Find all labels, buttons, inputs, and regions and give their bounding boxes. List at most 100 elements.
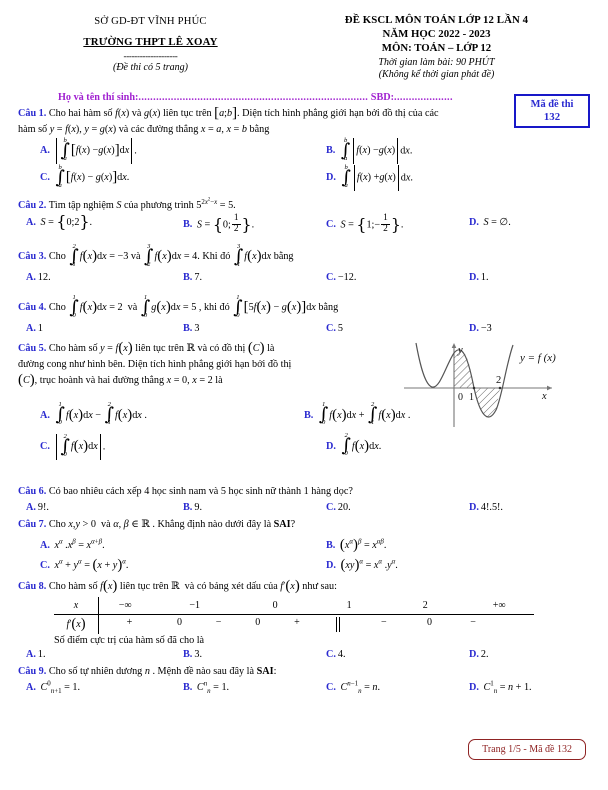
question-7-options-2: C. xα + yα = (x + y)α. D. (xy)α = xα .yα… (18, 558, 590, 574)
question-1-option-b[interactable]: B. b ∫ a f(x) − g(x) dx. (304, 137, 590, 164)
question-6-option-a[interactable]: A. 9!. (18, 500, 161, 516)
option-letter: D. (326, 560, 336, 572)
exam-duration: Thời gian làm bài: 90 PHÚT (378, 57, 495, 68)
question-2-option-c[interactable]: C. S = {1;− 1 2}. (304, 213, 447, 236)
question-6-option-c[interactable]: C. 20. (304, 500, 447, 516)
question-9-option-d[interactable]: D. C1n = n + 1. (447, 680, 590, 696)
shaded-region-left (454, 349, 474, 389)
exam-duration-note: (Không kể thời gian phát đề) (378, 69, 495, 80)
question-5-text-line2: đường cong như hình bên. Diện tích hình … (18, 358, 292, 370)
question-4-option-b[interactable]: B. 3 (161, 321, 304, 337)
question-1-option-a[interactable]: A. b ∫ a[f(x) − g(x)] d x. (18, 136, 304, 164)
question-7-option-d[interactable]: D. (xy)α = xα .yα. (304, 558, 590, 574)
sign-table: x −∞ −1 0 1 2 +∞ f ′(x) + 0 − 0 + − 0 − (54, 596, 534, 634)
question-7: Câu 7. Cho x,y > 0 và α, β ∈ ℝ . Khẳng đ… (18, 517, 590, 533)
question-6-option-d[interactable]: D. 4!.5!. (447, 500, 590, 516)
option-letter: A. (40, 145, 50, 157)
sign-table-sign-cells: + 0 − 0 + − 0 − (99, 616, 534, 632)
question-5-option-d[interactable]: D. 2 ∫ 0 f(x)dx. (304, 432, 590, 460)
integral-symbol: 1 ∫ 0 (69, 293, 79, 319)
question-9-text: Cho số tự nhiên dương n . Mệnh đề nào sa… (48, 665, 277, 677)
option-letter: A. (26, 682, 36, 693)
question-6-option-b[interactable]: B. 9. (161, 500, 304, 516)
exam-subject: MÔN: TOÁN – LỚP 12 (381, 42, 492, 54)
question-8-option-b[interactable]: B. 3. (161, 647, 304, 663)
integral-symbol: b ∫ a (55, 163, 65, 189)
question-3-option-d[interactable]: D. 1. (447, 270, 590, 286)
question-9-option-c[interactable]: C. Cn−1n = n. (304, 680, 447, 696)
question-8-options: A. 1. B. 3. C. 4. D. 2. (18, 647, 590, 663)
question-9-option-b[interactable]: B. Cnn = 1. (161, 680, 304, 696)
sign-val-0: + (126, 616, 133, 628)
question-5-label: Câu 5. (18, 343, 47, 355)
sign-val-1: 0 (176, 616, 182, 628)
x-val-1: −1 (189, 599, 200, 611)
question-7-option-b[interactable]: B. (xα)β = xαβ. (304, 537, 590, 554)
option-letter: C. (326, 272, 336, 284)
sign-table-row-x: x −∞ −1 0 1 2 +∞ (54, 596, 534, 615)
question-7-option-a[interactable]: A. xα .xβ = xα+β. (18, 538, 304, 554)
question-8-option-d[interactable]: D. 2. (447, 647, 590, 663)
option-letter: B. (183, 648, 193, 660)
double-bar-icon (336, 616, 341, 632)
question-4-option-a[interactable]: A. 1 (18, 321, 161, 337)
question-2-text: Tìm tập nghiệm S của phương trình 52x2−x… (48, 197, 236, 211)
option-letter: A. (40, 409, 50, 421)
option-letter: C. (40, 441, 50, 453)
abs-bars: 2 ∫ 0 f(x) d x (54, 433, 102, 460)
integral-symbol: b ∫ a (60, 136, 70, 163)
tick-dot-1 (472, 386, 476, 390)
question-2-label: Câu 2. (18, 200, 47, 211)
question-1-options: A. b ∫ a[f(x) − g(x)] d x. B. b ∫ a f(x) − g(x)… (18, 136, 590, 164)
integral-symbol: 1 ∫ 0 (318, 401, 329, 427)
page-header: SỞ GD-ĐT VĨNH PHÚC TRƯỜNG THPT LÊ XOAY -… (0, 0, 608, 80)
candidate-sbd-dots[interactable]: .................... (394, 92, 453, 103)
option-value: −12. (337, 272, 357, 284)
option-value: 1. (37, 648, 46, 660)
option-letter: A. (40, 539, 50, 551)
option-letter: B. (304, 409, 314, 421)
question-2-option-a[interactable]: A. S = {0;2}. (18, 213, 161, 236)
option-letter: D. (469, 648, 479, 660)
y-axis-arrow (451, 343, 457, 349)
question-5-option-a[interactable]: A. 1 ∫ 0 f(x)dx − 2 ∫ 1 f(x)dx . (18, 401, 304, 428)
question-8-option-a[interactable]: A. 1. (18, 647, 161, 663)
question-2-option-b[interactable]: B. S = {0; 1 2}. (161, 213, 304, 236)
question-9-options: A. C0n+1 = 1. B. Cnn = 1. C. Cn−1n = n. … (18, 680, 590, 696)
graph-svg: 0 1 2 y x y = f (x) (404, 343, 556, 428)
question-4: Câu 4. Cho 1 ∫ 0 f(x)dx = 2 và 1 ∫ 0 g(x)dx = … (18, 293, 590, 320)
x-val-2: 0 (272, 599, 278, 611)
question-8: Câu 8. Cho hàm số f(x) liên tục trên ℝ v… (18, 579, 590, 595)
question-7-option-c[interactable]: C. xα + yα = (x + y)α. (18, 558, 304, 574)
question-1-option-d[interactable]: D. b ∫ a f(x) + g(x) dx. (304, 164, 590, 191)
sign-val-2: − (215, 616, 222, 628)
abs-bars: f(x) + g(x) (352, 165, 401, 191)
sign-val-6: − (381, 616, 387, 628)
question-2-option-d[interactable]: D. S = ∅. (447, 215, 590, 236)
question-2-options: A. S = {0;2}. B. S = {0; 1 2}. C. S = {1;−… (18, 213, 590, 236)
option-letter: C. (326, 323, 336, 335)
option-value: 4!.5!. (480, 502, 503, 514)
question-1-text-line2: hàm số y = f(x), y = g(x) và các đường t… (18, 123, 270, 135)
question-1-option-c[interactable]: C. b ∫ a [f(x) − g(x)]dx. (18, 163, 304, 191)
question-5-option-c[interactable]: C. 2 ∫ 0 f(x) d x. (18, 433, 304, 460)
option-letter: A. (26, 216, 36, 228)
option-value: 2. (480, 648, 489, 660)
option-value: 1 (37, 323, 43, 335)
question-8-option-c[interactable]: C. 4. (304, 647, 447, 663)
question-4-text: Cho 1 ∫ 0 f(x)dx = 2 và 1 ∫ 0 g(x)dx = 5 , khi… (48, 293, 339, 319)
question-3-option-b[interactable]: B. 7. (161, 270, 304, 286)
question-1: Câu 1. Cho hai hàm số f(x) và g(x) liên … (18, 105, 590, 137)
sign-val-4: + (294, 616, 300, 628)
option-letter: B. (326, 145, 336, 157)
option-value: 4. (337, 648, 346, 660)
option-letter: C. (326, 648, 336, 660)
question-9-label: Câu 9. (18, 665, 47, 677)
question-3-option-a[interactable]: A. 12. (18, 270, 161, 286)
question-3-option-c[interactable]: C. −12. (304, 270, 447, 286)
candidate-name-dots[interactable]: ........................................… (138, 92, 368, 103)
option-letter: A. (26, 272, 36, 284)
sign-table-x-cells: −∞ −1 0 1 2 +∞ (99, 600, 534, 611)
question-9-option-a[interactable]: A. C0n+1 = 1. (18, 680, 161, 696)
option-letter: B. (326, 539, 336, 551)
